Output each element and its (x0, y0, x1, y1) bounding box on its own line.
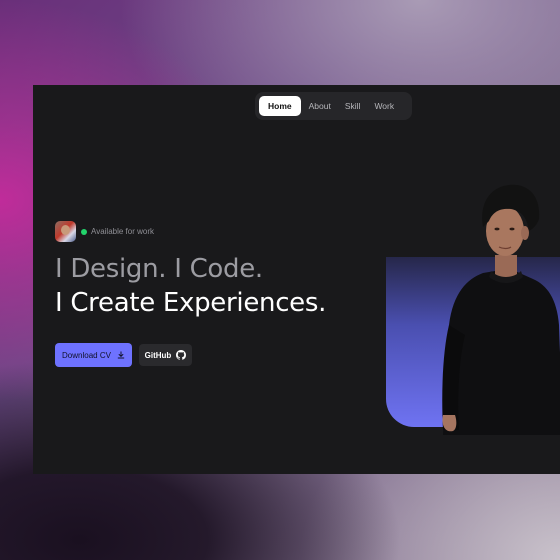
headline-line-1: I Design. I Code. (55, 254, 263, 284)
nav-item-about[interactable]: About (303, 96, 337, 116)
nav-item-work[interactable]: Work (368, 96, 400, 116)
download-cv-label: Download CV (62, 350, 111, 360)
status-dot (81, 228, 87, 235)
github-label: GitHub (144, 350, 172, 360)
headline-line-2: I Create Experiences. (55, 288, 327, 318)
nav-item-home[interactable]: Home (259, 96, 301, 116)
avatar (55, 221, 76, 242)
github-button[interactable]: GitHub (139, 344, 192, 366)
top-nav: Home About Skill Work (255, 92, 412, 120)
status-text: Available for work (91, 227, 154, 236)
download-icon (117, 351, 125, 359)
availability-status: Available for work (81, 227, 154, 236)
portfolio-window: Home About Skill Work Available for work… (33, 85, 560, 474)
github-icon (176, 350, 187, 360)
nav-item-skill[interactable]: Skill (339, 96, 367, 116)
download-cv-button[interactable]: Download CV (55, 343, 132, 367)
profile-photo (442, 184, 560, 435)
